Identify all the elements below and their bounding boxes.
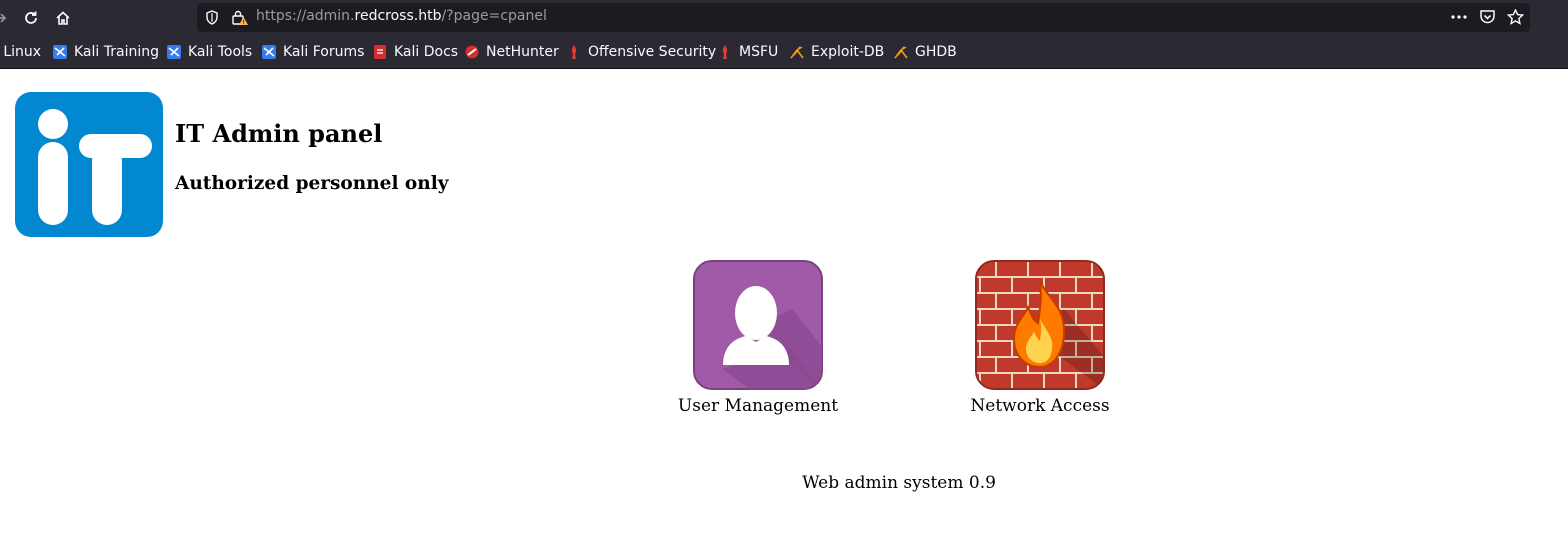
it-logo <box>15 92 163 237</box>
exploit-db-icon <box>789 44 805 60</box>
user-management-label: User Management <box>677 396 839 416</box>
bookmark-kali-linux[interactable]: i Linux <box>0 43 41 61</box>
url-subdomain: admin. <box>306 8 355 24</box>
user-icon <box>693 260 823 390</box>
browser-toolbar: https://admin.redcross.htb/?page=cpanel <box>0 0 1568 36</box>
reload-icon[interactable] <box>18 5 44 31</box>
bookmark-msfu[interactable]: MSFU <box>717 43 778 61</box>
bookmark-label: NetHunter <box>486 44 559 60</box>
bookmark-kali-docs[interactable]: Kali Docs <box>372 43 458 61</box>
bookmark-label: Kali Docs <box>394 44 459 60</box>
kali-dragon-icon <box>166 44 182 60</box>
kali-docs-icon <box>372 44 388 60</box>
user-management-link[interactable]: User Management <box>658 259 858 416</box>
offsec-icon <box>566 44 582 60</box>
tracking-shield-icon[interactable] <box>205 10 219 29</box>
insecure-lock-icon[interactable] <box>231 9 249 30</box>
bookmark-label: MSFU <box>739 44 779 60</box>
bookmark-label: Offensive Security <box>588 44 717 60</box>
firewall-icon <box>975 260 1105 390</box>
pocket-icon[interactable] <box>1479 9 1496 29</box>
kali-dragon-icon <box>52 44 68 60</box>
bookmark-kali-forums[interactable]: Kali Forums <box>261 43 364 61</box>
bookmark-label: GHDB <box>915 44 957 60</box>
kali-dragon-icon <box>261 44 277 60</box>
bookmark-ghdb[interactable]: GHDB <box>893 43 957 61</box>
bookmark-label: i Linux <box>0 44 42 60</box>
bookmark-nethunter[interactable]: NetHunter <box>464 43 559 61</box>
page-subtitle: Authorized personnel only <box>175 173 449 194</box>
page-actions-icon[interactable] <box>1450 9 1468 29</box>
bookmark-star-icon[interactable] <box>1506 8 1525 29</box>
bookmarks-toolbar: i Linux Kali Training Kali Tools Kali Fo… <box>0 36 1568 69</box>
bookmark-label: Exploit-DB <box>811 44 885 60</box>
url-domain: redcross.htb <box>354 8 442 24</box>
exploit-db-icon <box>893 44 909 60</box>
bookmark-kali-tools[interactable]: Kali Tools <box>166 43 252 61</box>
network-access-link[interactable]: Network Access <box>940 259 1140 416</box>
bookmark-kali-training[interactable]: Kali Training <box>52 43 159 61</box>
footer-version: Web admin system 0.9 <box>802 473 996 493</box>
url-path: /?page=cpanel <box>441 8 547 24</box>
bookmark-label: Kali Tools <box>188 44 253 60</box>
bookmark-label: Kali Forums <box>283 44 365 60</box>
nethunter-icon <box>464 44 480 60</box>
network-access-label: Network Access <box>970 396 1110 416</box>
url-scheme: https:// <box>256 8 307 24</box>
forward-icon[interactable] <box>0 5 14 31</box>
bookmark-label: Kali Training <box>74 44 159 60</box>
offsec-icon <box>717 44 733 60</box>
page-content: IT Admin panel Authorized personnel only… <box>0 69 1568 558</box>
page-title: IT Admin panel <box>175 119 383 148</box>
bookmark-exploit-db[interactable]: Exploit-DB <box>789 43 884 61</box>
url-text[interactable]: https://admin.redcross.htb/?page=cpanel <box>256 8 547 24</box>
bookmark-offensive-security[interactable]: Offensive Security <box>566 43 716 61</box>
home-icon[interactable] <box>50 5 76 31</box>
url-bar[interactable]: https://admin.redcross.htb/?page=cpanel <box>197 3 1530 32</box>
